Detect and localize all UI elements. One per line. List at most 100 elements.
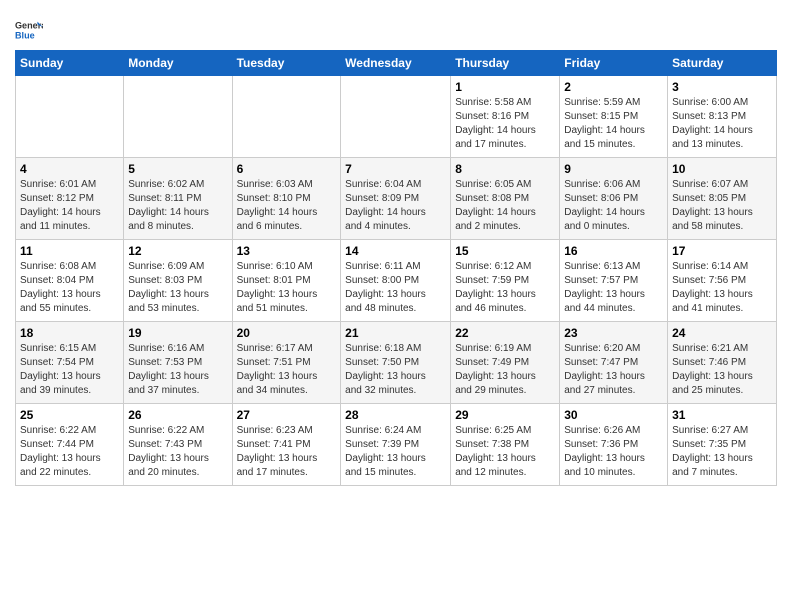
day-info: Sunrise: 6:22 AM Sunset: 7:44 PM Dayligh… <box>20 424 119 480</box>
day-info: Sunrise: 6:21 AM Sunset: 7:46 PM Dayligh… <box>672 342 772 398</box>
calendar-cell: 30 Sunrise: 6:26 AM Sunset: 7:36 PM Dayli… <box>560 404 668 486</box>
day-info: Sunrise: 6:25 AM Sunset: 7:38 PM Dayligh… <box>455 424 555 480</box>
calendar-cell <box>232 76 341 158</box>
day-info: Sunrise: 6:09 AM Sunset: 8:03 PM Dayligh… <box>128 260 227 316</box>
calendar-cell: 18 Sunrise: 6:15 AM Sunset: 7:54 PM Dayli… <box>16 322 124 404</box>
day-number: 30 <box>564 408 663 422</box>
calendar-cell: 3 Sunrise: 6:00 AM Sunset: 8:13 PM Daylig… <box>668 76 777 158</box>
day-number: 2 <box>564 80 663 94</box>
day-number: 16 <box>564 244 663 258</box>
day-header-saturday: Saturday <box>668 51 777 76</box>
calendar-cell: 7 Sunrise: 6:04 AM Sunset: 8:09 PM Daylig… <box>341 158 451 240</box>
day-number: 1 <box>455 80 555 94</box>
page-header: General Blue <box>15 10 777 44</box>
calendar-cell: 24 Sunrise: 6:21 AM Sunset: 7:46 PM Dayli… <box>668 322 777 404</box>
day-number: 6 <box>237 162 337 176</box>
day-number: 7 <box>345 162 446 176</box>
day-header-tuesday: Tuesday <box>232 51 341 76</box>
day-number: 13 <box>237 244 337 258</box>
calendar-cell: 17 Sunrise: 6:14 AM Sunset: 7:56 PM Dayli… <box>668 240 777 322</box>
logo-icon: General Blue <box>15 16 43 44</box>
day-header-sunday: Sunday <box>16 51 124 76</box>
day-number: 26 <box>128 408 227 422</box>
day-number: 4 <box>20 162 119 176</box>
calendar-cell: 20 Sunrise: 6:17 AM Sunset: 7:51 PM Dayli… <box>232 322 341 404</box>
calendar-cell: 12 Sunrise: 6:09 AM Sunset: 8:03 PM Dayli… <box>124 240 232 322</box>
day-number: 12 <box>128 244 227 258</box>
calendar-cell: 6 Sunrise: 6:03 AM Sunset: 8:10 PM Daylig… <box>232 158 341 240</box>
day-info: Sunrise: 6:16 AM Sunset: 7:53 PM Dayligh… <box>128 342 227 398</box>
calendar-cell: 1 Sunrise: 5:58 AM Sunset: 8:16 PM Daylig… <box>451 76 560 158</box>
day-info: Sunrise: 6:15 AM Sunset: 7:54 PM Dayligh… <box>20 342 119 398</box>
calendar-week-5: 25 Sunrise: 6:22 AM Sunset: 7:44 PM Dayli… <box>16 404 777 486</box>
day-info: Sunrise: 6:07 AM Sunset: 8:05 PM Dayligh… <box>672 178 772 234</box>
calendar-week-2: 4 Sunrise: 6:01 AM Sunset: 8:12 PM Daylig… <box>16 158 777 240</box>
calendar-cell: 8Sunrise: 6:05 AM Sunset: 8:08 PM Daylig… <box>451 158 560 240</box>
day-number: 18 <box>20 326 119 340</box>
calendar-week-1: 1 Sunrise: 5:58 AM Sunset: 8:16 PM Daylig… <box>16 76 777 158</box>
calendar-cell: 25 Sunrise: 6:22 AM Sunset: 7:44 PM Dayli… <box>16 404 124 486</box>
calendar-cell: 31Sunrise: 6:27 AM Sunset: 7:35 PM Dayli… <box>668 404 777 486</box>
calendar-cell: 11 Sunrise: 6:08 AM Sunset: 8:04 PM Dayli… <box>16 240 124 322</box>
day-number: 28 <box>345 408 446 422</box>
day-info: Sunrise: 6:10 AM Sunset: 8:01 PM Dayligh… <box>237 260 337 316</box>
day-info: Sunrise: 6:02 AM Sunset: 8:11 PM Dayligh… <box>128 178 227 234</box>
calendar-cell: 10 Sunrise: 6:07 AM Sunset: 8:05 PM Dayli… <box>668 158 777 240</box>
day-number: 27 <box>237 408 337 422</box>
day-number: 23 <box>564 326 663 340</box>
svg-text:General: General <box>15 21 43 31</box>
day-number: 21 <box>345 326 446 340</box>
logo: General Blue <box>15 16 47 44</box>
calendar-cell: 5 Sunrise: 6:02 AM Sunset: 8:11 PM Daylig… <box>124 158 232 240</box>
day-number: 11 <box>20 244 119 258</box>
day-number: 25 <box>20 408 119 422</box>
day-info: Sunrise: 6:27 AM Sunset: 7:35 PM Dayligh… <box>672 424 772 480</box>
day-info: Sunrise: 6:12 AM Sunset: 7:59 PM Dayligh… <box>455 260 555 316</box>
day-number: 10 <box>672 162 772 176</box>
day-number: 9 <box>564 162 663 176</box>
day-info: Sunrise: 6:06 AM Sunset: 8:06 PM Dayligh… <box>564 178 663 234</box>
day-number: 3 <box>672 80 772 94</box>
calendar-cell: 19 Sunrise: 6:16 AM Sunset: 7:53 PM Dayli… <box>124 322 232 404</box>
svg-text:Blue: Blue <box>15 30 35 40</box>
day-number: 24 <box>672 326 772 340</box>
day-info: Sunrise: 6:04 AM Sunset: 8:09 PM Dayligh… <box>345 178 446 234</box>
day-number: 22 <box>455 326 555 340</box>
calendar-table: SundayMondayTuesdayWednesdayThursdayFrid… <box>15 50 777 486</box>
calendar-week-3: 11 Sunrise: 6:08 AM Sunset: 8:04 PM Dayli… <box>16 240 777 322</box>
calendar-cell: 13 Sunrise: 6:10 AM Sunset: 8:01 PM Dayli… <box>232 240 341 322</box>
day-number: 8 <box>455 162 555 176</box>
calendar-cell: 15Sunrise: 6:12 AM Sunset: 7:59 PM Dayli… <box>451 240 560 322</box>
day-number: 20 <box>237 326 337 340</box>
day-info: Sunrise: 6:17 AM Sunset: 7:51 PM Dayligh… <box>237 342 337 398</box>
calendar-header-row: SundayMondayTuesdayWednesdayThursdayFrid… <box>16 51 777 76</box>
calendar-cell: 22Sunrise: 6:19 AM Sunset: 7:49 PM Dayli… <box>451 322 560 404</box>
day-header-wednesday: Wednesday <box>341 51 451 76</box>
calendar-cell: 27 Sunrise: 6:23 AM Sunset: 7:41 PM Dayli… <box>232 404 341 486</box>
day-info: Sunrise: 6:01 AM Sunset: 8:12 PM Dayligh… <box>20 178 119 234</box>
day-info: Sunrise: 6:00 AM Sunset: 8:13 PM Dayligh… <box>672 96 772 152</box>
day-info: Sunrise: 6:13 AM Sunset: 7:57 PM Dayligh… <box>564 260 663 316</box>
calendar-cell: 2 Sunrise: 5:59 AM Sunset: 8:15 PM Daylig… <box>560 76 668 158</box>
day-info: Sunrise: 6:08 AM Sunset: 8:04 PM Dayligh… <box>20 260 119 316</box>
calendar-cell <box>124 76 232 158</box>
day-info: Sunrise: 6:26 AM Sunset: 7:36 PM Dayligh… <box>564 424 663 480</box>
calendar-week-4: 18 Sunrise: 6:15 AM Sunset: 7:54 PM Dayli… <box>16 322 777 404</box>
day-number: 17 <box>672 244 772 258</box>
calendar-cell: 29 Sunrise: 6:25 AM Sunset: 7:38 PM Dayli… <box>451 404 560 486</box>
calendar-cell <box>16 76 124 158</box>
calendar-cell: 14Sunrise: 6:11 AM Sunset: 8:00 PM Dayli… <box>341 240 451 322</box>
day-number: 5 <box>128 162 227 176</box>
calendar-cell: 16 Sunrise: 6:13 AM Sunset: 7:57 PM Dayli… <box>560 240 668 322</box>
day-info: Sunrise: 6:14 AM Sunset: 7:56 PM Dayligh… <box>672 260 772 316</box>
day-info: Sunrise: 6:03 AM Sunset: 8:10 PM Dayligh… <box>237 178 337 234</box>
calendar-cell: 4 Sunrise: 6:01 AM Sunset: 8:12 PM Daylig… <box>16 158 124 240</box>
day-header-thursday: Thursday <box>451 51 560 76</box>
day-info: Sunrise: 6:23 AM Sunset: 7:41 PM Dayligh… <box>237 424 337 480</box>
day-number: 29 <box>455 408 555 422</box>
day-info: Sunrise: 5:59 AM Sunset: 8:15 PM Dayligh… <box>564 96 663 152</box>
day-header-friday: Friday <box>560 51 668 76</box>
day-number: 19 <box>128 326 227 340</box>
calendar-cell: 23Sunrise: 6:20 AM Sunset: 7:47 PM Dayli… <box>560 322 668 404</box>
day-info: Sunrise: 5:58 AM Sunset: 8:16 PM Dayligh… <box>455 96 555 152</box>
